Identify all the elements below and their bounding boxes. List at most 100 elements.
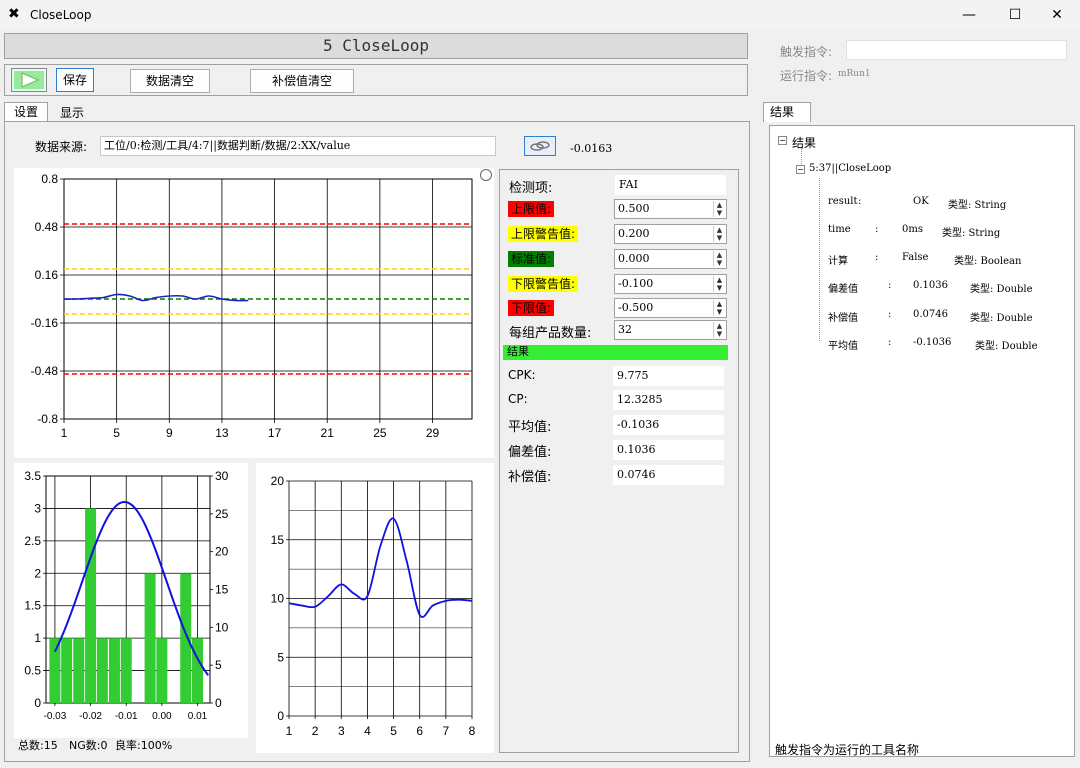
dev-label: 偏差值: [508,445,552,460]
histogram-bar [192,638,204,703]
cpk-label: CPK: [508,368,536,382]
x-tick-label: 29 [426,426,440,440]
tree-item[interactable]: time : 0ms 类型: String [820,224,1060,239]
trigger-input[interactable] [846,40,1067,60]
y-tick-label: 5 [277,650,284,664]
spin-arrows[interactable]: ▲ ▼ [713,201,725,217]
run-button[interactable] [11,68,47,92]
dev-value: 0.1036 [613,440,724,460]
run-label: 运行指令: [780,69,833,83]
upper-limit-label: 上限值: [508,201,555,217]
y2-tick-label: 15 [215,583,229,597]
histogram-bar [108,638,120,703]
x-tick-label: 2 [312,724,319,738]
data-source-field[interactable]: 工位/0:检测/工具/4:7||数据判断/数据/2:XX/value [100,136,496,156]
save-button[interactable]: 保存 [56,68,94,92]
histogram-svg: -0.03 -0.02 -0.01 0.00 0.01 0 0.5 1 1.5 2 2.5 3 3.5 0… [24,469,229,722]
histogram-chart: -0.03 -0.02 -0.01 0.00 0.01 0 0.5 1 1.5 2 2.5 3 3.5 0… [14,463,248,738]
spin-arrows[interactable]: ▲ ▼ [713,226,725,242]
trend-svg: 1 2 3 4 5 6 7 8 0 5 10 15 20 [271,474,476,738]
tree-item[interactable]: 补偿值 : 0.0746 类型: Double [820,309,1070,324]
minimize-button[interactable]: — [946,0,992,30]
y-tick-label: 2 [34,566,41,580]
upper-warn-label: 上限警告值: [508,226,579,242]
y-tick-label: 0.5 [24,664,41,678]
radio-toggle[interactable] [480,169,492,181]
tree-item[interactable]: result : OK 类型: String [820,196,1060,211]
x-tick-label: 7 [443,724,450,738]
close-button[interactable]: ✕ [1034,0,1080,30]
item-label: 检测项: [509,181,553,196]
spin-arrows[interactable]: ▲ ▼ [713,300,725,316]
app-icon: ✖ [8,6,20,22]
spin-arrows[interactable]: ▲ ▼ [713,251,725,267]
control-chart-svg: 1 5 9 13 17 21 25 29 0.8 0.48 0.16 -0.16 -0.48 -0.8 [31,172,473,440]
x-tick-label: 1 [61,426,68,440]
lower-warn-input[interactable]: -0.100 ▲ ▼ [614,274,727,294]
clear-comp-button[interactable]: 补偿值清空 [250,69,354,93]
x-tick-label: 5 [390,724,397,738]
x-tick-label: -0.01 [115,711,138,722]
tab-result[interactable]: 结果 [763,102,811,122]
x-tick-label: -0.02 [79,711,102,722]
tree-item[interactable]: 偏差值 : 0.1036 类型: Double [820,280,1070,295]
avg-label: 平均值: [508,420,552,435]
cp-value: 12.3285 [613,390,724,410]
tab-settings[interactable]: 设置 [4,102,48,122]
y-tick-label: 0.16 [35,268,59,282]
x-tick-label: 1 [286,724,293,738]
lower-limit-input[interactable]: -0.500 ▲ ▼ [614,298,727,318]
comp-label: 补偿值: [508,470,552,485]
window-title: CloseLoop [30,8,92,22]
y-tick-label: 0 [277,709,284,723]
lower-warn-label: 下限警告值: [508,276,579,292]
maximize-button[interactable]: ☐ [992,0,1038,30]
link-icon [530,141,550,151]
y-tick-label: 15 [271,533,285,547]
tree-node[interactable]: 5:37||CloseLoop [809,163,891,174]
x-tick-label: 17 [268,426,282,440]
collapse-icon[interactable]: − [796,165,805,174]
spin-arrows[interactable]: ▲ ▼ [713,322,725,338]
y2-tick-label: 30 [215,469,229,483]
upper-limit-input[interactable]: 0.500 ▲ ▼ [614,199,727,219]
source-reading: -0.0163 [570,142,613,155]
data-source-label: 数据来源: [35,140,88,154]
run-value: mRun1 [838,69,871,79]
upper-warn-input[interactable]: 0.200 ▲ ▼ [614,224,727,244]
std-input[interactable]: 0.000 ▲ ▼ [614,249,727,269]
link-button[interactable] [524,136,556,156]
trend-chart: 1 2 3 4 5 6 7 8 0 5 10 15 20 [256,463,494,753]
tree-footer: 触发指令为运行的工具名称 [775,743,920,757]
y2-tick-label: 20 [215,545,229,559]
comp-value: 0.0746 [613,465,724,485]
stats-ng: NG数:0 [69,739,108,752]
y2-tick-label: 10 [215,620,229,634]
result-header: 结果 [503,345,728,360]
histogram-bar [85,508,97,703]
trigger-label: 触发指令: [780,45,833,59]
spin-arrows[interactable]: ▲ ▼ [713,276,725,292]
y-tick-label: -0.8 [37,412,58,426]
x-tick-label: 4 [364,724,371,738]
tree-root[interactable]: 结果 [792,134,816,151]
tree-item[interactable]: 计算 : False 类型: Boolean [820,252,1060,267]
x-tick-label: 21 [321,426,335,440]
lower-limit-label: 下限值: [508,300,555,316]
collapse-icon[interactable]: − [778,136,787,145]
histogram-bar [156,638,168,703]
play-icon [14,71,44,89]
y-tick-label: 3 [34,501,41,515]
toolbar: 保存 数据清空 补偿值清空 [4,64,748,96]
tree-item[interactable]: 平均值 : -0.1036 类型: Double [820,337,1070,352]
clear-data-button[interactable]: 数据清空 [130,69,210,93]
x-tick-label: -0.03 [44,711,67,722]
y-tick-label: 0.48 [35,220,59,234]
x-tick-label: 8 [469,724,476,738]
y-tick-label: 1.5 [24,599,41,613]
group-count-input[interactable]: 32 ▲ ▼ [614,320,727,340]
cpk-value: 9.775 [613,366,724,386]
item-value[interactable]: FAI [615,175,726,195]
std-label: 标准值: [508,251,555,267]
tab-display[interactable]: 显示 [50,104,94,122]
